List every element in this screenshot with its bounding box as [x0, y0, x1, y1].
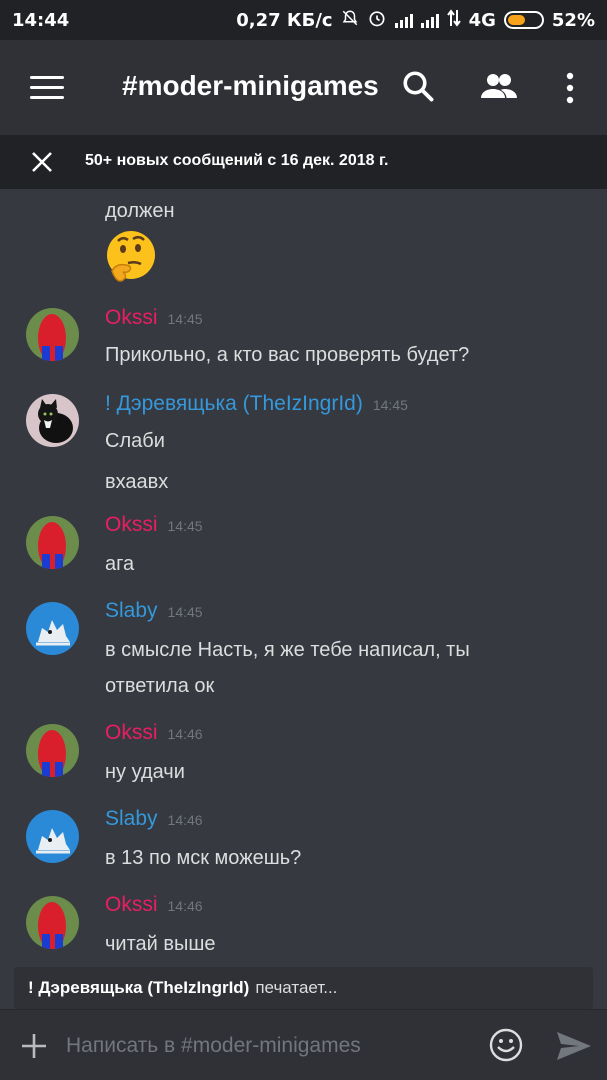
author-name: Slaby	[105, 599, 158, 622]
avatar-okssi[interactable]	[26, 516, 79, 569]
author-name: Okssi	[105, 513, 158, 536]
signal-icon	[394, 12, 413, 28]
thinking-face-emoji	[104, 229, 158, 283]
typing-user: ! Дэревящька (TheIzIngrId)	[28, 978, 250, 997]
message-text: Слаби	[105, 430, 165, 452]
status-bar: 14:44 0,27 КБ/с 4G 52%	[0, 0, 607, 40]
mute-icon	[341, 9, 359, 31]
message-text: Прикольно, а кто вас проверять будет?	[105, 344, 470, 366]
message-text: ага	[105, 553, 135, 575]
network-speed: 0,27 КБ/с	[236, 9, 333, 31]
typing-indicator: ! Дэревящька (TheIzIngrId) печатает...	[14, 967, 593, 1009]
send-icon[interactable]	[555, 1030, 593, 1062]
message-author[interactable]: Okssi 14:45	[105, 513, 203, 537]
status-time: 14:44	[12, 9, 70, 31]
author-name: ! Дэревящька (TheIzIngrId)	[105, 392, 363, 415]
typing-text: печатает...	[255, 978, 338, 997]
add-attachment-icon[interactable]	[20, 1032, 48, 1060]
channel-header: #moder-minigames	[0, 40, 607, 135]
emoji-icon[interactable]	[489, 1028, 523, 1062]
author-name: Okssi	[105, 721, 158, 744]
message-list[interactable]: должен Okssi 14:45 Прикольно, а кто вас п…	[0, 189, 607, 967]
author-name: Okssi	[105, 306, 158, 329]
new-messages-banner[interactable]: 50+ новых сообщений с 16 дек. 2018 г.	[0, 135, 607, 189]
battery-icon	[503, 11, 544, 29]
menu-icon[interactable]	[30, 76, 64, 100]
message-author[interactable]: Okssi 14:45	[105, 306, 203, 330]
message-author[interactable]: ! Дэревящька (TheIzIngrId) 14:45	[105, 392, 408, 416]
message-author[interactable]: Slaby 14:45	[105, 599, 203, 623]
message-timestamp: 14:45	[372, 397, 408, 413]
message-timestamp: 14:45	[167, 311, 203, 327]
avatar-derevyashka[interactable]	[26, 394, 79, 447]
message-timestamp: 14:45	[167, 518, 203, 534]
avatar-okssi[interactable]	[26, 896, 79, 949]
avatar-okssi[interactable]	[26, 308, 79, 361]
message-text: должен	[105, 200, 175, 222]
message-text: читай выше	[105, 933, 216, 955]
author-name: Slaby	[105, 807, 158, 830]
message-timestamp: 14:46	[167, 726, 203, 742]
more-vertical-icon[interactable]	[550, 68, 590, 108]
message-author[interactable]: Slaby 14:46	[105, 807, 203, 831]
search-icon[interactable]	[400, 68, 440, 108]
alarm-icon	[367, 8, 387, 32]
channel-title: #moder-minigames	[122, 70, 379, 101]
message-text: ну удачи	[105, 761, 185, 783]
message-composer	[0, 1009, 607, 1080]
signal-icon-2	[420, 12, 439, 28]
message-timestamp: 14:46	[167, 898, 203, 914]
members-icon[interactable]	[478, 68, 518, 108]
close-icon[interactable]	[30, 150, 54, 174]
avatar-okssi[interactable]	[26, 724, 79, 777]
avatar-slaby[interactable]	[26, 810, 79, 863]
message-author[interactable]: Okssi 14:46	[105, 721, 203, 745]
author-name: Okssi	[105, 893, 158, 916]
network-type: 4G	[468, 9, 496, 31]
message-author[interactable]: Okssi 14:46	[105, 893, 203, 917]
message-timestamp: 14:46	[167, 812, 203, 828]
message-text: в смысле Насть, я же тебе написал, ты	[105, 639, 470, 661]
data-transfer-icon	[446, 9, 461, 31]
new-messages-text: 50+ новых сообщений с 16 дек. 2018 г.	[85, 152, 389, 169]
message-text: вхаавх	[105, 471, 169, 493]
battery-percent: 52%	[551, 9, 595, 31]
message-text: ответила ок	[105, 675, 215, 697]
avatar-slaby[interactable]	[26, 602, 79, 655]
message-timestamp: 14:45	[167, 604, 203, 620]
message-text: в 13 по мск можешь?	[105, 847, 302, 869]
message-input[interactable]	[66, 1026, 476, 1066]
